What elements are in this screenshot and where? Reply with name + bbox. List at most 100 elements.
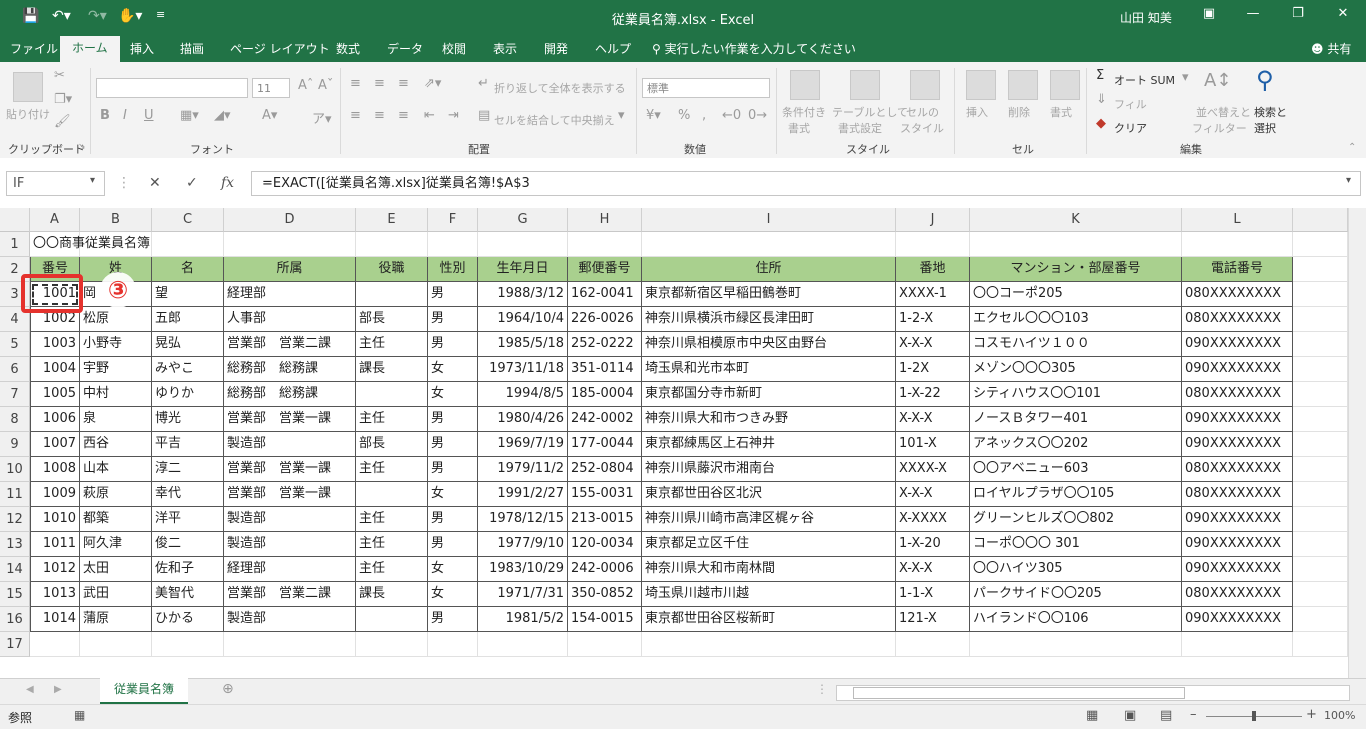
table-cell[interactable]: みやこ — [152, 357, 224, 382]
table-cell[interactable]: 山本 — [80, 457, 152, 482]
table-cell[interactable]: 1-X-20 — [896, 532, 970, 557]
table-cell[interactable]: 1978/12/15 — [478, 507, 568, 532]
table-cell[interactable]: コーポ〇〇〇 301 — [970, 532, 1182, 557]
merge-center-button[interactable]: セルを結合して中央揃え — [494, 112, 615, 128]
grid-cell[interactable] — [970, 632, 1182, 657]
grid-cell[interactable] — [356, 232, 428, 257]
table-cell[interactable]: 営業部 営業一課 — [224, 482, 356, 507]
column-header[interactable]: H — [568, 208, 642, 232]
table-cell[interactable]: 幸代 — [152, 482, 224, 507]
bold-icon[interactable]: B — [100, 108, 110, 123]
table-cell[interactable]: 1977/9/10 — [478, 532, 568, 557]
table-cell[interactable]: 主任 — [356, 457, 428, 482]
paste-icon[interactable] — [13, 72, 43, 102]
table-cell[interactable]: 営業部 営業一課 — [224, 457, 356, 482]
sort-filter-label-1[interactable]: 並べ替えと — [1196, 104, 1251, 120]
table-cell[interactable]: 部長 — [356, 432, 428, 457]
grid-cell[interactable] — [80, 632, 152, 657]
table-cell[interactable]: 男 — [428, 457, 478, 482]
table-cell[interactable]: 俊二 — [152, 532, 224, 557]
ribbon-display-icon[interactable]: ▣ — [1194, 6, 1224, 21]
table-cell[interactable]: 埼玉県和光市本町 — [642, 357, 896, 382]
table-cell[interactable]: 090XXXXXXXX — [1182, 332, 1293, 357]
currency-icon[interactable]: ¥▾ — [646, 108, 661, 123]
align-center-icon[interactable]: ≡ — [374, 108, 385, 123]
table-cell[interactable]: 埼玉県川越市川越 — [642, 582, 896, 607]
table-cell[interactable]: 080XXXXXXXX — [1182, 457, 1293, 482]
table-cell[interactable]: 1969/7/19 — [478, 432, 568, 457]
grid-cell[interactable] — [1182, 632, 1293, 657]
grid-cell[interactable] — [970, 232, 1182, 257]
column-header[interactable]: K — [970, 208, 1182, 232]
zoom-level[interactable]: 100% — [1324, 709, 1355, 722]
table-cell[interactable]: 090XXXXXXXX — [1182, 507, 1293, 532]
worksheet-grid[interactable]: A B C D E F G H I J K L 1 2 3 4 5 6 7 8 9 10 11 12 13 14 15 16 17 〇〇商… — [0, 208, 1348, 678]
delete-cells-icon[interactable] — [1008, 70, 1038, 100]
clear-button[interactable]: クリア — [1114, 120, 1147, 136]
table-cell[interactable]: 1013 — [30, 582, 80, 607]
table-cell[interactable]: 1012 — [30, 557, 80, 582]
table-cell[interactable]: 185-0004 — [568, 382, 642, 407]
format-painter-icon[interactable]: 🖌 — [54, 114, 71, 129]
table-cell[interactable]: メゾン〇〇〇305 — [970, 357, 1182, 382]
table-cell[interactable]: 1014 — [30, 607, 80, 632]
grid-cell[interactable] — [478, 232, 568, 257]
table-cell[interactable]: 121-X — [896, 607, 970, 632]
close-icon[interactable]: ✕ — [1328, 6, 1358, 21]
row-header[interactable]: 12 — [0, 507, 30, 532]
align-middle-icon[interactable]: ≡ — [374, 76, 385, 91]
grid-cell[interactable] — [224, 632, 356, 657]
wrap-text-icon[interactable]: ↵ — [478, 76, 489, 91]
row-header[interactable]: 8 — [0, 407, 30, 432]
sort-filter-icon[interactable]: A↕ — [1204, 70, 1231, 91]
title-cell[interactable]: 〇〇商事従業員名簿 — [30, 232, 150, 257]
zoom-out-icon[interactable]: – — [1190, 707, 1197, 722]
borders-icon[interactable]: ▦▾ — [180, 108, 199, 123]
find-select-icon[interactable]: ⚲ — [1256, 66, 1274, 94]
find-select-label-1[interactable]: 検索と — [1254, 104, 1287, 120]
row-header[interactable]: 10 — [0, 457, 30, 482]
table-cell[interactable]: 242-0006 — [568, 557, 642, 582]
zoom-in-icon[interactable]: + — [1306, 707, 1317, 722]
table-cell[interactable]: X-X-X — [896, 332, 970, 357]
table-cell[interactable]: 東京都世田谷区桜新町 — [642, 607, 896, 632]
table-cell[interactable]: 男 — [428, 332, 478, 357]
fill-color-icon[interactable]: ◢▾ — [214, 108, 231, 123]
zoom-slider-thumb[interactable] — [1252, 711, 1256, 721]
table-cell[interactable]: 男 — [428, 407, 478, 432]
table-cell[interactable]: 五郎 — [152, 307, 224, 332]
grid-cell[interactable] — [896, 232, 970, 257]
column-header[interactable]: J — [896, 208, 970, 232]
formula-input[interactable]: =EXACT([従業員名簿.xlsx]従業員名簿!$A$3 — [251, 171, 1361, 196]
table-cell[interactable]: 松原 — [80, 307, 152, 332]
table-cell[interactable]: 武田 — [80, 582, 152, 607]
table-cell[interactable]: 〇〇コーポ205 — [970, 282, 1182, 307]
table-cell[interactable]: 101-X — [896, 432, 970, 457]
table-cell[interactable]: 課長 — [356, 357, 428, 382]
table-cell[interactable]: X-X-X — [896, 482, 970, 507]
table-cell[interactable]: 神奈川県大和市つきみ野 — [642, 407, 896, 432]
table-cell[interactable]: X-X-X — [896, 557, 970, 582]
cancel-icon[interactable]: ✕ — [149, 175, 161, 191]
table-cell[interactable]: 1006 — [30, 407, 80, 432]
table-cell[interactable]: 男 — [428, 607, 478, 632]
format-cells-icon[interactable] — [1050, 70, 1080, 100]
cut-icon[interactable]: ✂ — [54, 68, 65, 83]
column-header[interactable]: A — [30, 208, 80, 232]
grid-cell[interactable] — [642, 632, 896, 657]
table-cell[interactable]: 080XXXXXXXX — [1182, 282, 1293, 307]
share-button[interactable]: ☻ 共有 — [1311, 40, 1351, 57]
table-cell[interactable]: 1971/7/31 — [478, 582, 568, 607]
increase-font-icon[interactable]: Aˆ — [298, 78, 313, 93]
table-cell[interactable]: 〇〇ハイツ305 — [970, 557, 1182, 582]
table-cell[interactable]: 1008 — [30, 457, 80, 482]
table-cell[interactable]: 萩原 — [80, 482, 152, 507]
table-cell[interactable]: X-X-X — [896, 407, 970, 432]
table-cell[interactable]: 1005 — [30, 382, 80, 407]
column-header[interactable]: E — [356, 208, 428, 232]
table-cell[interactable]: 神奈川県横浜市緑区長津田町 — [642, 307, 896, 332]
align-bottom-icon[interactable]: ≡ — [398, 76, 409, 91]
zoom-slider[interactable] — [1206, 711, 1302, 721]
table-cell[interactable]: 女 — [428, 357, 478, 382]
horizontal-scroll-thumb[interactable] — [853, 687, 1185, 699]
